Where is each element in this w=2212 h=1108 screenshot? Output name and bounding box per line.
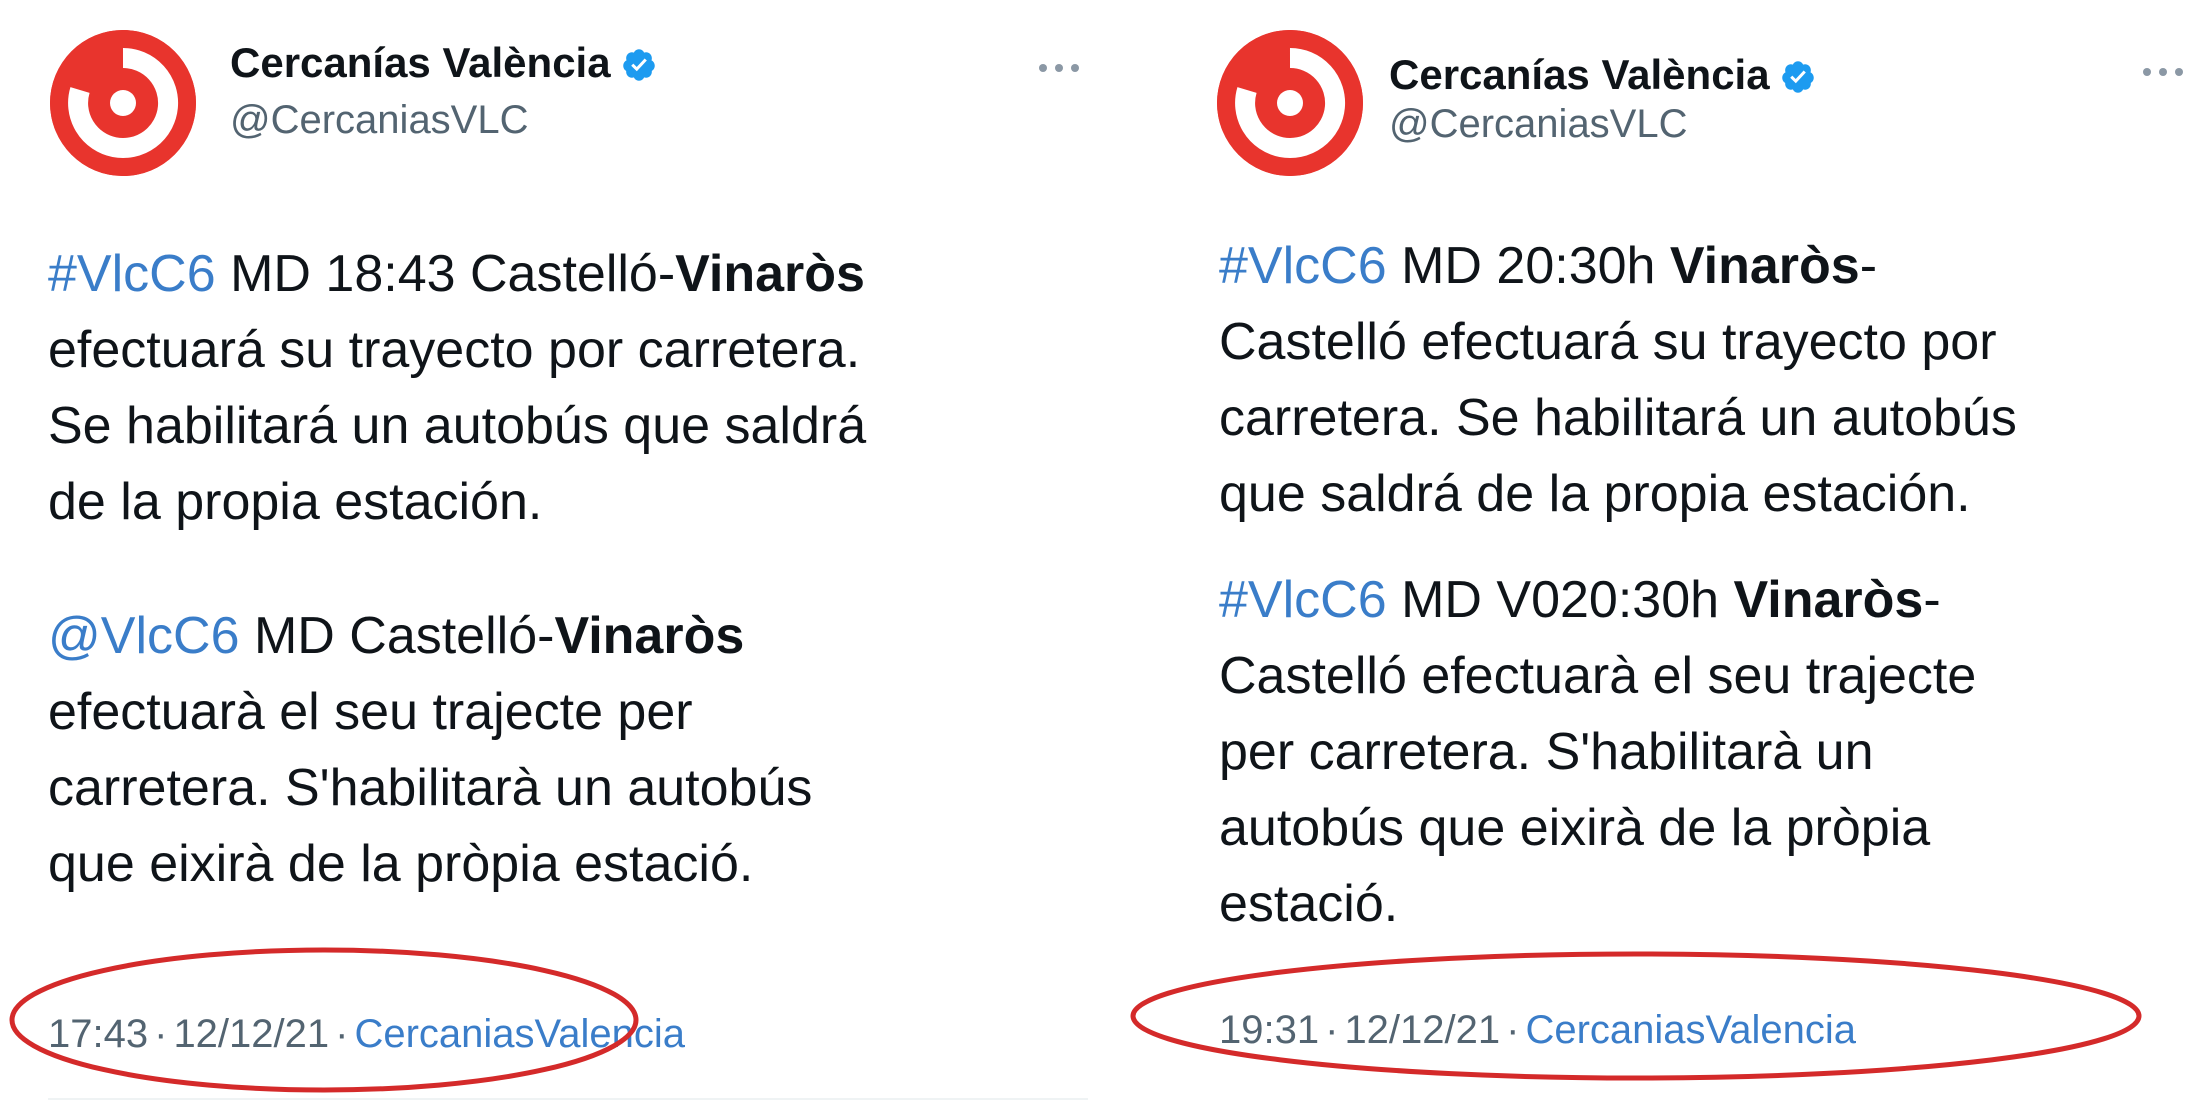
tweet-time[interactable]: 17:43 <box>48 1012 148 1056</box>
tweet-paragraph-valencian: @VlcC6 MD Castelló-Vinaròs efectuarà el s… <box>48 598 1088 902</box>
cercanias-logo-icon <box>1217 30 1363 176</box>
author-handle[interactable]: @CercaniasVLC <box>230 96 529 144</box>
tweet-text-line: #VlcC6 MD V020:30h Vinaròs- <box>1219 562 2199 638</box>
tweet-text-line: carretera. Se habilitará un autobús <box>1219 380 2199 456</box>
author-name-text: Cercanías València <box>230 39 611 86</box>
tweet-text-line: Castelló efectuará su trayecto por <box>1219 304 2199 380</box>
tweet-text: MD 20:30h <box>1386 237 1670 295</box>
tweet-text: - <box>1923 571 1941 629</box>
tweet-source-link[interactable]: CercaniasValencia <box>354 1012 685 1056</box>
tweet-text-line: #VlcC6 MD 20:30h Vinaròs- <box>1219 228 2199 304</box>
bold-text: Vinaròs <box>1669 237 1860 295</box>
meta-separator: · <box>335 1012 349 1056</box>
tweet-text: - <box>1859 237 1878 295</box>
hashtag-link[interactable]: #VlcC6 <box>48 245 216 303</box>
tweet-text: Castelló efectuará su trayecto por <box>1219 313 1997 371</box>
tweet-text: per carretera. S'habilitarà un <box>1219 723 1874 781</box>
hashtag-link[interactable]: #VlcC6 <box>1219 237 1387 295</box>
meta-separator: · <box>1506 1008 1520 1052</box>
tweet-text: de la propia estación. <box>48 473 543 531</box>
tweet-text: Castelló efectuarà el seu trajecte <box>1219 647 1977 705</box>
tweet-text-line: Castelló efectuarà el seu trajecte <box>1219 638 2199 714</box>
author-name-text: Cercanías València <box>1389 51 1770 98</box>
mention-link[interactable]: @VlcC6 <box>48 607 240 665</box>
tweet-text-line: efectuarà el seu trajecte per <box>48 674 1088 750</box>
tweet-text-line: @VlcC6 MD Castelló-Vinaròs <box>48 598 1088 674</box>
divider <box>48 1098 1088 1100</box>
tweet-text-line: per carretera. S'habilitarà un <box>1219 714 2199 790</box>
tweet-text-line: efectuará su trayecto por carretera. <box>48 312 1088 388</box>
tweet-text: autobús que eixirà de la pròpia <box>1219 799 1931 857</box>
avatar[interactable] <box>50 30 196 176</box>
tweet-time[interactable]: 19:31 <box>1219 1008 1319 1052</box>
tweet-text: efectuarà el seu trajecte per <box>48 683 693 741</box>
tweet-text: que saldrá de la propia estación. <box>1219 465 1971 523</box>
tweet-date[interactable]: 12/12/21 <box>1344 1008 1500 1052</box>
tweet-source-link[interactable]: CercaniasValencia <box>1525 1008 1856 1052</box>
tweet-text-line: autobús que eixirà de la pròpia <box>1219 790 2199 866</box>
more-options-icon[interactable] <box>1036 60 1082 76</box>
tweet-meta: 17:43 · 12/12/21 · CercaniasValencia <box>48 1010 685 1058</box>
hashtag-link[interactable]: #VlcC6 <box>1219 571 1387 629</box>
bold-text: Vinaròs <box>675 245 865 303</box>
author-name[interactable]: Cercanías València <box>230 38 657 88</box>
tweet-card-left: Cercanías València @CercaniasVLC #VlcC6 … <box>0 0 1106 1108</box>
tweet-text: carretera. S'habilitarà un autobús <box>48 759 813 817</box>
tweet-text: MD Castelló- <box>239 607 555 665</box>
author-handle[interactable]: @CercaniasVLC <box>1389 100 1688 148</box>
bold-text: Vinaròs <box>1733 571 1924 629</box>
tweet-card-right: Cercanías València @CercaniasVLC #VlcC6 … <box>1106 0 2212 1108</box>
tweet-date[interactable]: 12/12/21 <box>173 1012 329 1056</box>
tweet-text-line: carretera. S'habilitarà un autobús <box>48 750 1088 826</box>
tweet-text: efectuará su trayecto por carretera. <box>48 321 861 379</box>
verified-badge-icon <box>1781 61 1814 93</box>
bold-text: Vinaròs <box>554 607 745 665</box>
tweet-text: que eixirà de la pròpia estació. <box>48 835 754 893</box>
tweet-text: estació. <box>1219 875 1399 933</box>
meta-separator: · <box>1325 1008 1339 1052</box>
more-options-icon[interactable] <box>2140 64 2186 80</box>
tweet-text: Se habilitará un autobús que saldrá <box>48 397 867 455</box>
cercanias-logo-icon <box>50 30 196 176</box>
tweet-paragraph-spanish: #VlcC6 MD 18:43 Castelló-Vinaròs efectuar… <box>48 236 1088 540</box>
tweet-paragraph-valencian: #VlcC6 MD V020:30h Vinaròs- Castelló efec… <box>1219 562 2199 942</box>
tweet-text-line: estació. <box>1219 866 2199 942</box>
author-name[interactable]: Cercanías València <box>1389 50 1816 100</box>
tweet-text: MD V020:30h <box>1386 571 1734 629</box>
tweet-text: MD 18:43 Castelló- <box>215 245 676 303</box>
verified-badge-icon <box>622 49 655 81</box>
avatar[interactable] <box>1217 30 1363 176</box>
tweet-paragraph-spanish: #VlcC6 MD 20:30h Vinaròs- Castelló efectu… <box>1219 228 2199 532</box>
tweet-text: carretera. Se habilitará un autobús <box>1219 389 2017 447</box>
tweet-text-line: de la propia estación. <box>48 464 1088 540</box>
tweet-text-line: #VlcC6 MD 18:43 Castelló-Vinaròs <box>48 236 1088 312</box>
meta-separator: · <box>154 1012 168 1056</box>
tweet-meta: 19:31 · 12/12/21 · CercaniasValencia <box>1219 1006 1856 1054</box>
tweet-text-line: que saldrá de la propia estación. <box>1219 456 2199 532</box>
tweet-text-line: que eixirà de la pròpia estació. <box>48 826 1088 902</box>
tweet-text-line: Se habilitará un autobús que saldrá <box>48 388 1088 464</box>
